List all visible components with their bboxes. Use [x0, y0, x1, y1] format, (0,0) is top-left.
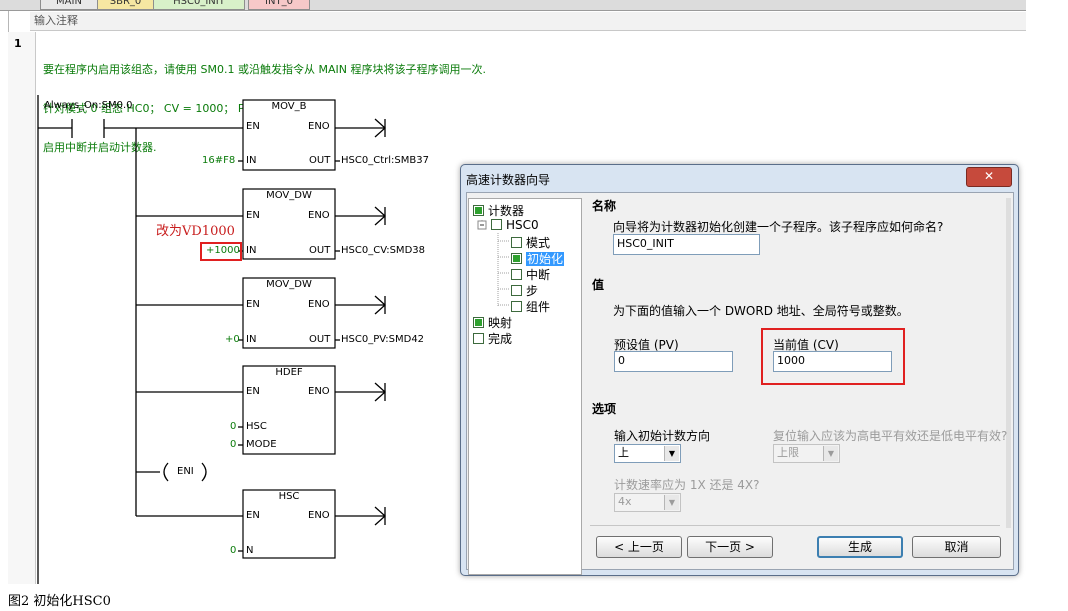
- tree-item-init[interactable]: 初始化: [511, 250, 565, 267]
- block-3-in-label: IN: [246, 334, 257, 345]
- checkbox-icon: [511, 285, 522, 296]
- block-4-en: EN: [246, 386, 260, 397]
- block-5-n-value[interactable]: 0: [230, 545, 236, 556]
- tree-item-hsc0[interactable]: HSC0: [491, 218, 539, 232]
- block-5-eno: ENO: [308, 510, 330, 521]
- contact-label[interactable]: Always_On:SM0.0: [44, 100, 133, 111]
- prev-button[interactable]: < 上一页: [596, 536, 682, 558]
- reset-select[interactable]: 上限 ▼: [773, 444, 840, 463]
- block-2-en: EN: [246, 210, 260, 221]
- checkbox-icon: [511, 237, 522, 248]
- cancel-button[interactable]: 取消: [912, 536, 1001, 558]
- block-3-en: EN: [246, 299, 260, 310]
- block-1-eno: ENO: [308, 121, 330, 132]
- subroutine-name-input[interactable]: HSC0_INIT: [613, 234, 760, 255]
- checkbox-icon: [473, 317, 484, 328]
- figure-caption: 图2 初始化HSC0: [8, 594, 111, 609]
- tree-item-counter[interactable]: 计数器: [473, 202, 524, 219]
- block-4-mode-label: MODE: [246, 439, 277, 450]
- rate-value: 4x: [618, 495, 632, 508]
- block-4-title[interactable]: HDEF: [243, 367, 335, 378]
- block-1-out-value[interactable]: HSC0_Ctrl:SMB37: [341, 155, 429, 166]
- block-4-mode-value[interactable]: 0: [230, 439, 236, 450]
- block-4-eno: ENO: [308, 386, 330, 397]
- tree-item-mapping[interactable]: 映射: [473, 314, 512, 331]
- block-2-out-label: OUT: [309, 245, 331, 256]
- checkbox-icon: [511, 301, 522, 312]
- value-section-title: 值: [592, 278, 605, 292]
- block-5-en: EN: [246, 510, 260, 521]
- direction-select[interactable]: 上 ▼: [614, 444, 681, 463]
- block-5-title[interactable]: HSC: [243, 491, 335, 502]
- ladder-diagram: [37, 95, 386, 584]
- direction-value: 上: [618, 446, 629, 459]
- dialog-title: 高速计数器向导: [466, 173, 551, 187]
- tree-item-finish[interactable]: 完成: [473, 330, 512, 347]
- checkbox-icon: [473, 205, 484, 216]
- rate-label: 计数速率应为 1X 还是 4X?: [614, 478, 760, 492]
- pv-input[interactable]: 0: [614, 351, 733, 372]
- block-2-out-value[interactable]: HSC0_CV:SMD38: [341, 245, 425, 256]
- chevron-down-icon: ▼: [664, 446, 679, 461]
- block-3-eno: ENO: [308, 299, 330, 310]
- chevron-down-icon: ▼: [664, 495, 679, 510]
- generate-button[interactable]: 生成: [817, 536, 903, 558]
- checkbox-icon: [473, 333, 484, 344]
- options-section-title: 选项: [592, 402, 617, 416]
- block-1-out-label: OUT: [309, 155, 331, 166]
- block-3-title[interactable]: MOV_DW: [243, 279, 335, 290]
- tree-item-mode[interactable]: 模式: [511, 234, 550, 251]
- tree-item-component[interactable]: 组件: [511, 298, 550, 315]
- block-1-en: EN: [246, 121, 260, 132]
- block-3-out-label: OUT: [309, 334, 331, 345]
- cv-field-highlight: [761, 328, 905, 385]
- block-1-in-value[interactable]: 16#F8: [202, 155, 235, 166]
- direction-label: 输入初始计数方向: [614, 429, 711, 443]
- name-prompt: 向导将为计数器初始化创建一个子程序。该子程序应如何命名?: [613, 220, 944, 234]
- reset-label: 复位输入应该为高电平有效还是低电平有效?: [773, 429, 1008, 443]
- block-2-eno: ENO: [308, 210, 330, 221]
- block-1-in-label: IN: [246, 155, 257, 166]
- name-section-title: 名称: [592, 199, 617, 213]
- value-prompt: 为下面的值输入一个 DWORD 地址、全局符号或整数。: [613, 304, 909, 318]
- checkbox-icon: [511, 253, 522, 264]
- block-5-n-label: N: [246, 545, 254, 556]
- button-separator: [590, 525, 1000, 526]
- checkbox-icon: [491, 219, 502, 230]
- block-4-hsc-value[interactable]: 0: [230, 421, 236, 432]
- next-button[interactable]: 下一页 >: [687, 536, 773, 558]
- reset-value: 上限: [777, 446, 799, 459]
- rate-select[interactable]: 4x ▼: [614, 493, 681, 512]
- block-2-title[interactable]: MOV_DW: [243, 190, 335, 201]
- block-3-in-value[interactable]: +0: [225, 334, 240, 345]
- block-4-hsc-label: HSC: [246, 421, 267, 432]
- close-icon[interactable]: ✕: [966, 167, 1012, 187]
- block-2-in-label: IN: [246, 245, 257, 256]
- tree-item-interrupt[interactable]: 中断: [511, 266, 550, 283]
- block-1-title[interactable]: MOV_B: [243, 101, 335, 112]
- annotation-change-to-vd1000: 改为VD1000: [156, 224, 235, 239]
- eni-coil-label[interactable]: ENI: [177, 466, 194, 477]
- tree-item-step[interactable]: 步: [511, 282, 538, 299]
- dialog-scrollbar[interactable]: [1006, 198, 1011, 528]
- checkbox-icon: [511, 269, 522, 280]
- cv-input-highlight: [200, 242, 242, 261]
- chevron-down-icon: ▼: [823, 446, 838, 461]
- block-3-out-value[interactable]: HSC0_PV:SMD42: [341, 334, 424, 345]
